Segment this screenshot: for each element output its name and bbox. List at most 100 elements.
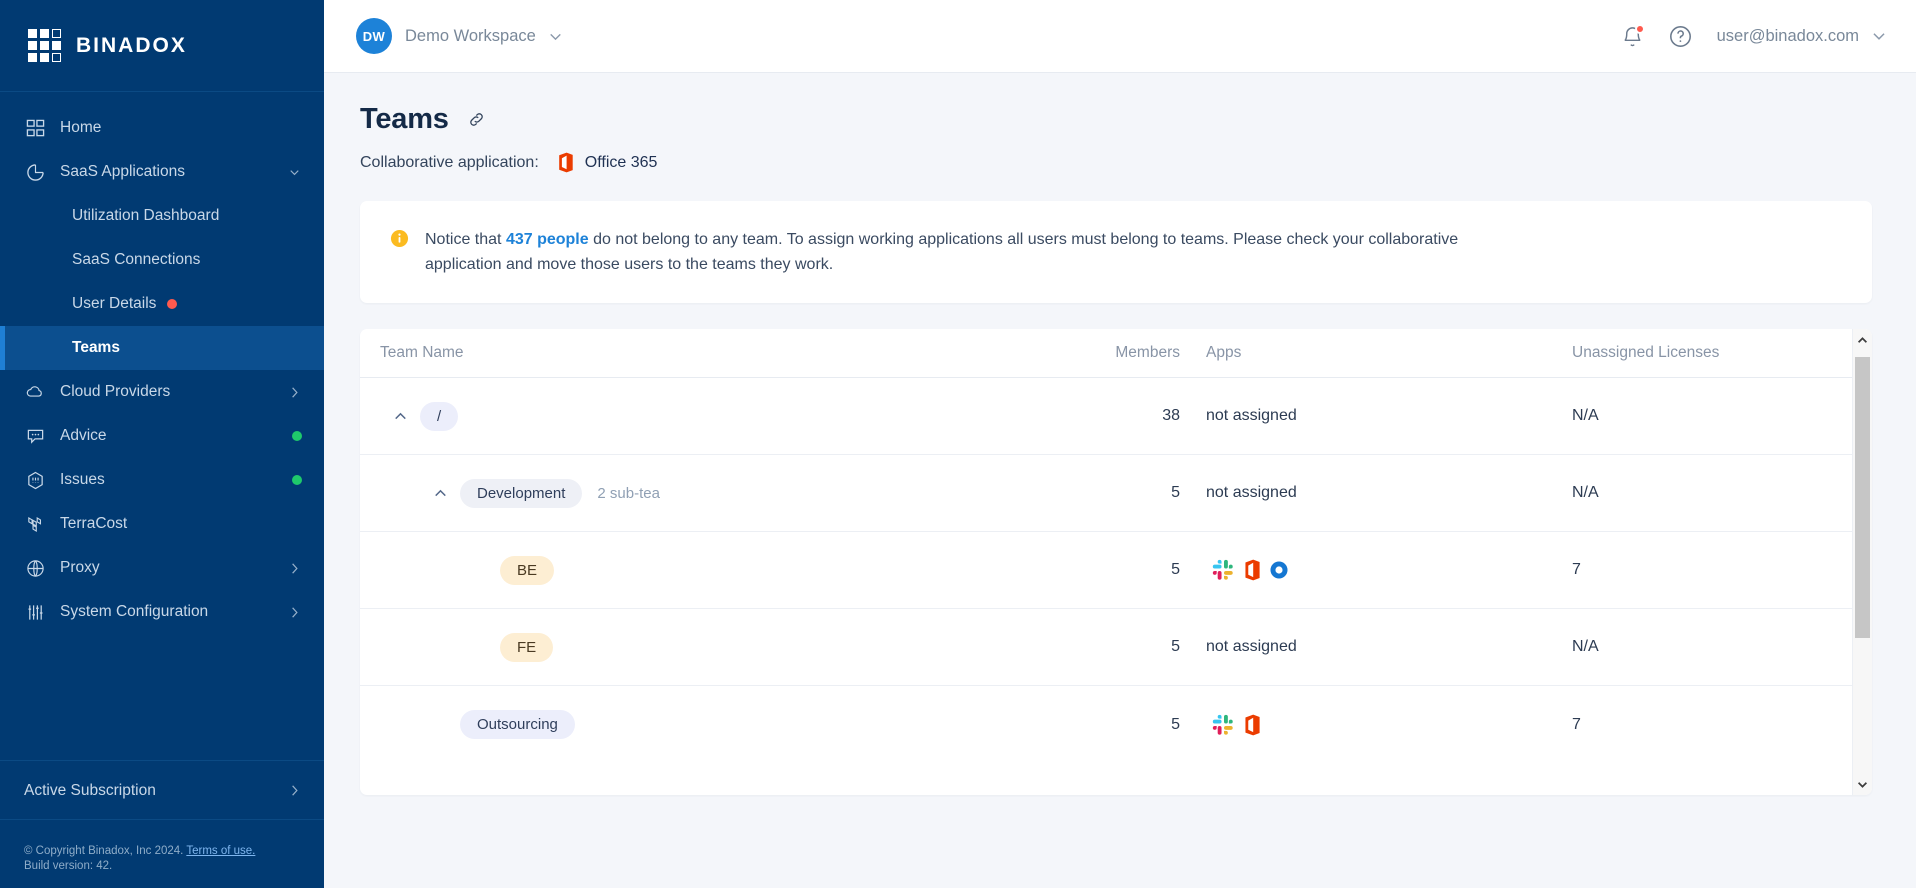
sidebar-item-label: Issues	[60, 471, 105, 488]
hexagon-alert-icon	[24, 469, 46, 491]
chevron-down-icon[interactable]	[547, 28, 564, 45]
collaborative-application-row: Collaborative application: Office 365	[360, 152, 1872, 173]
sidebar-item-label: Cloud Providers	[60, 383, 171, 400]
sidebar-item-label: Teams	[72, 339, 120, 356]
sidebar-item-label: System Configuration	[60, 603, 209, 620]
app-root: BINADOX Home SaaS Applications Utilizati…	[0, 0, 1916, 888]
cell-members: 5	[1171, 638, 1180, 655]
sidebar-item-active-subscription[interactable]: Active Subscription	[0, 761, 324, 820]
collaborative-application-name: Office 365	[584, 153, 658, 171]
notification-badge-dot	[1634, 23, 1645, 34]
sidebar-item-issues[interactable]: Issues	[0, 458, 324, 502]
teams-table-card: Team Name Members Apps Unassigned Licens…	[360, 329, 1872, 795]
build-version-text: Build version: 42.	[24, 860, 113, 872]
workspace-switcher[interactable]: DW Demo Workspace	[356, 18, 564, 54]
cell-members: 5	[1171, 561, 1180, 578]
chevron-right-icon[interactable]	[287, 561, 302, 576]
scrollbar-thumb[interactable]	[1855, 357, 1870, 638]
table-row[interactable]: Outsourcing 5 7	[360, 686, 1872, 763]
sidebar-item-label: SaaS Applications	[60, 163, 185, 180]
sidebar-item-label: SaaS Connections	[72, 251, 201, 268]
sidebar-item-user-details[interactable]: User Details	[0, 282, 324, 326]
cell-team-name: Outsourcing	[380, 710, 1114, 739]
pie-chart-icon	[24, 161, 46, 183]
chevron-down-icon[interactable]	[1870, 27, 1888, 45]
team-name-badge[interactable]: FE	[500, 632, 554, 662]
notice-highlight-count[interactable]: 437 people	[506, 231, 589, 248]
cloud-icon	[24, 381, 46, 403]
workspace-avatar: DW	[356, 18, 392, 54]
office365-icon	[555, 152, 574, 173]
notifications-bell-icon[interactable]	[1621, 23, 1645, 48]
sidebar-item-saas-connections[interactable]: SaaS Connections	[0, 238, 324, 282]
sidebar-item-system-configuration[interactable]: System Configuration	[0, 590, 324, 634]
sidebar-item-terracost[interactable]: TerraCost	[0, 502, 324, 546]
chevron-right-icon[interactable]	[287, 783, 302, 798]
sidebar-item-utilization-dashboard[interactable]: Utilization Dashboard	[0, 194, 324, 238]
cell-unassigned-licenses: 7	[1572, 561, 1581, 578]
cell-apps: not assigned	[1206, 638, 1572, 656]
status-dot-red	[167, 299, 178, 309]
sidebar-item-label: Proxy	[60, 559, 100, 576]
table-row[interactable]: FE 5 not assigned N/A	[360, 609, 1872, 686]
chevron-right-icon[interactable]	[287, 605, 302, 620]
copy-link-icon[interactable]	[467, 110, 486, 129]
table-header-row: Team Name Members Apps Unassigned Licens…	[360, 329, 1872, 378]
chevron-up-icon[interactable]	[420, 485, 460, 502]
user-menu[interactable]: user@binadox.com	[1717, 27, 1888, 46]
cell-members: 5	[1171, 715, 1180, 733]
app-icon-group	[1206, 553, 1295, 587]
chevron-right-icon[interactable]	[287, 385, 302, 400]
sidebar-item-teams[interactable]: Teams	[0, 326, 324, 370]
chevron-up-icon[interactable]	[380, 408, 420, 425]
page-header: Teams	[360, 103, 1872, 136]
sidebar: BINADOX Home SaaS Applications Utilizati…	[0, 0, 324, 888]
notice-text: Notice that 437 people do not belong to …	[425, 227, 1510, 277]
sidebar-item-label: Utilization Dashboard	[72, 207, 220, 224]
apps-text: not assigned	[1206, 638, 1297, 655]
office365-icon[interactable]	[1234, 708, 1267, 741]
table-body: / 38 not assigned N/A Development 2 sub-…	[360, 378, 1872, 795]
status-dot-green	[292, 431, 302, 441]
scroll-down-arrow-icon[interactable]	[1856, 773, 1869, 795]
chevron-down-icon[interactable]	[287, 165, 302, 180]
cell-apps	[1206, 708, 1572, 741]
apps-text: not assigned	[1206, 407, 1297, 424]
team-name-badge[interactable]: /	[420, 401, 459, 431]
team-name-badge[interactable]: Development	[460, 478, 583, 508]
notice-banner: Notice that 437 people do not belong to …	[360, 201, 1872, 303]
sidebar-item-label: TerraCost	[60, 515, 128, 532]
table-row[interactable]: Development 2 sub-tea 5 not assigned N/A	[360, 455, 1872, 532]
team-name-badge[interactable]: BE	[500, 555, 555, 585]
terms-of-use-link[interactable]: Terms of use.	[186, 845, 255, 857]
app-icon-group	[1206, 708, 1267, 741]
team-name-badge[interactable]: Outsourcing	[460, 710, 575, 739]
sidebar-item-saas-applications[interactable]: SaaS Applications	[0, 150, 324, 194]
help-icon[interactable]	[1668, 24, 1693, 49]
sliders-icon	[24, 601, 46, 623]
cell-team-name: Development 2 sub-tea	[380, 478, 1114, 508]
grid-icon	[24, 117, 46, 139]
page-content: Teams Collaborative application: Office …	[324, 73, 1916, 888]
copyright-text: © Copyright Binadox, Inc 2024.	[24, 845, 184, 857]
scrollbar-track[interactable]	[1853, 351, 1872, 773]
main-area: DW Demo Workspace user@binadox.com Teams…	[324, 0, 1916, 888]
okta-icon[interactable]	[1262, 553, 1295, 587]
cell-apps: not assigned	[1206, 484, 1572, 502]
table-row[interactable]: / 38 not assigned N/A	[360, 378, 1872, 455]
cell-apps: not assigned	[1206, 407, 1572, 425]
sidebar-item-proxy[interactable]: Proxy	[0, 546, 324, 590]
globe-icon	[24, 557, 46, 579]
table-row[interactable]: BE 5 7	[360, 532, 1872, 609]
status-dot-green	[292, 475, 302, 485]
table-scrollbar[interactable]	[1852, 329, 1872, 795]
scroll-up-arrow-icon[interactable]	[1856, 329, 1869, 351]
brand-logo[interactable]: BINADOX	[0, 0, 324, 92]
sidebar-item-home[interactable]: Home	[0, 106, 324, 150]
sidebar-item-cloud-providers[interactable]: Cloud Providers	[0, 370, 324, 414]
sidebar-item-label: Active Subscription	[24, 781, 156, 799]
workspace-name: Demo Workspace	[405, 26, 536, 45]
sidebar-item-advice[interactable]: Advice	[0, 414, 324, 458]
binadox-logo-icon	[28, 29, 61, 62]
collaborative-application-value[interactable]: Office 365	[555, 152, 658, 173]
